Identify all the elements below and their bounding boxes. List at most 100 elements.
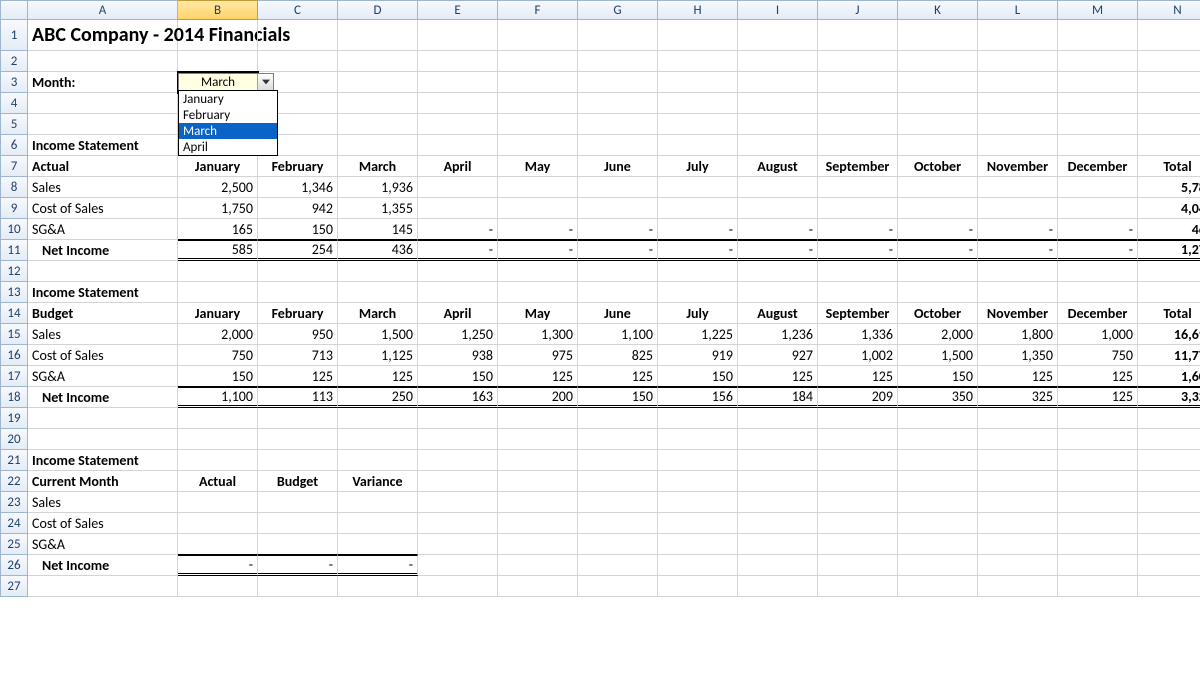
cell-G16[interactable]: 825: [578, 345, 658, 366]
cell-K1[interactable]: [898, 20, 978, 51]
column-header-C[interactable]: C: [258, 0, 338, 20]
cell-D16[interactable]: 1,125: [338, 345, 418, 366]
cell-B20[interactable]: [178, 429, 258, 450]
cell-D5[interactable]: [338, 114, 418, 135]
cell-K19[interactable]: [898, 408, 978, 429]
cell-J25[interactable]: [818, 534, 898, 555]
cell-F12[interactable]: [498, 261, 578, 282]
cell-L19[interactable]: [978, 408, 1058, 429]
cell-N21[interactable]: [1138, 450, 1200, 471]
row-header-20[interactable]: 20: [0, 429, 28, 450]
cell-H8[interactable]: [658, 177, 738, 198]
cell-I24[interactable]: [738, 513, 818, 534]
cell-G12[interactable]: [578, 261, 658, 282]
cell-L26[interactable]: [978, 555, 1058, 576]
cell-E3[interactable]: [418, 72, 498, 93]
column-header-B[interactable]: B: [178, 0, 258, 20]
cell-D1[interactable]: [338, 20, 418, 51]
cell-L23[interactable]: [978, 492, 1058, 513]
row-header-12[interactable]: 12: [0, 261, 28, 282]
row-header-8[interactable]: 8: [0, 177, 28, 198]
cell-N19[interactable]: [1138, 408, 1200, 429]
cell-C9[interactable]: 942: [258, 198, 338, 219]
row-header-26[interactable]: 26: [0, 555, 28, 576]
cell-E20[interactable]: [418, 429, 498, 450]
row-header-16[interactable]: 16: [0, 345, 28, 366]
cell-D24[interactable]: [338, 513, 418, 534]
row-header-6[interactable]: 6: [0, 135, 28, 156]
cell-I1[interactable]: [738, 20, 818, 51]
cell-B25[interactable]: [178, 534, 258, 555]
cell-H17[interactable]: 150: [658, 366, 738, 387]
cell-D15[interactable]: 1,500: [338, 324, 418, 345]
cell-N6[interactable]: [1138, 135, 1200, 156]
cell-I27[interactable]: [738, 576, 818, 597]
cell-F5[interactable]: [498, 114, 578, 135]
cell-N18[interactable]: 3,324: [1138, 387, 1200, 408]
cell-M3[interactable]: [1058, 72, 1138, 93]
cell-M11[interactable]: -: [1058, 240, 1138, 261]
cell-D7[interactable]: March: [338, 156, 418, 177]
cell-K15[interactable]: 2,000: [898, 324, 978, 345]
cell-I13[interactable]: [738, 282, 818, 303]
cell-E1[interactable]: [418, 20, 498, 51]
cell-E17[interactable]: 150: [418, 366, 498, 387]
cell-B8[interactable]: 2,500: [178, 177, 258, 198]
cell-E23[interactable]: [418, 492, 498, 513]
cell-C25[interactable]: [258, 534, 338, 555]
cell-K17[interactable]: 150: [898, 366, 978, 387]
cell-H9[interactable]: [658, 198, 738, 219]
row-header-9[interactable]: 9: [0, 198, 28, 219]
cell-L13[interactable]: [978, 282, 1058, 303]
cell-K4[interactable]: [898, 93, 978, 114]
cell-B23[interactable]: [178, 492, 258, 513]
row-header-19[interactable]: 19: [0, 408, 28, 429]
cell-N2[interactable]: [1138, 51, 1200, 72]
cell-C26[interactable]: -: [258, 555, 338, 576]
cell-J5[interactable]: [818, 114, 898, 135]
cell-B9[interactable]: 1,750: [178, 198, 258, 219]
cell-I3[interactable]: [738, 72, 818, 93]
cell-F21[interactable]: [498, 450, 578, 471]
cell-N26[interactable]: [1138, 555, 1200, 576]
month-option-april[interactable]: April: [179, 139, 277, 155]
cell-E21[interactable]: [418, 450, 498, 471]
cell-F17[interactable]: 125: [498, 366, 578, 387]
cell-B13[interactable]: [178, 282, 258, 303]
cell-L10[interactable]: -: [978, 219, 1058, 240]
cell-A8[interactable]: Sales: [28, 177, 178, 198]
cell-B2[interactable]: [178, 51, 258, 72]
cell-F2[interactable]: [498, 51, 578, 72]
cell-L11[interactable]: -: [978, 240, 1058, 261]
cell-B21[interactable]: [178, 450, 258, 471]
cell-G19[interactable]: [578, 408, 658, 429]
cell-K25[interactable]: [898, 534, 978, 555]
cell-C20[interactable]: [258, 429, 338, 450]
cell-C18[interactable]: 113: [258, 387, 338, 408]
cell-G23[interactable]: [578, 492, 658, 513]
cell-K13[interactable]: [898, 282, 978, 303]
cell-J26[interactable]: [818, 555, 898, 576]
cell-H24[interactable]: [658, 513, 738, 534]
cell-H1[interactable]: [658, 20, 738, 51]
cell-C12[interactable]: [258, 261, 338, 282]
cell-F1[interactable]: [498, 20, 578, 51]
cell-L1[interactable]: [978, 20, 1058, 51]
cell-M15[interactable]: 1,000: [1058, 324, 1138, 345]
cell-M16[interactable]: 750: [1058, 345, 1138, 366]
cell-G18[interactable]: 150: [578, 387, 658, 408]
cell-G2[interactable]: [578, 51, 658, 72]
column-header-I[interactable]: I: [738, 0, 818, 20]
cell-G17[interactable]: 125: [578, 366, 658, 387]
row-header-18[interactable]: 18: [0, 387, 28, 408]
column-header-N[interactable]: N: [1138, 0, 1200, 20]
cell-J20[interactable]: [818, 429, 898, 450]
cell-N10[interactable]: 460: [1138, 219, 1200, 240]
cell-M10[interactable]: -: [1058, 219, 1138, 240]
cell-D12[interactable]: [338, 261, 418, 282]
cell-L14[interactable]: November: [978, 303, 1058, 324]
cell-J15[interactable]: 1,336: [818, 324, 898, 345]
cell-N24[interactable]: [1138, 513, 1200, 534]
cell-E15[interactable]: 1,250: [418, 324, 498, 345]
cell-A12[interactable]: [28, 261, 178, 282]
